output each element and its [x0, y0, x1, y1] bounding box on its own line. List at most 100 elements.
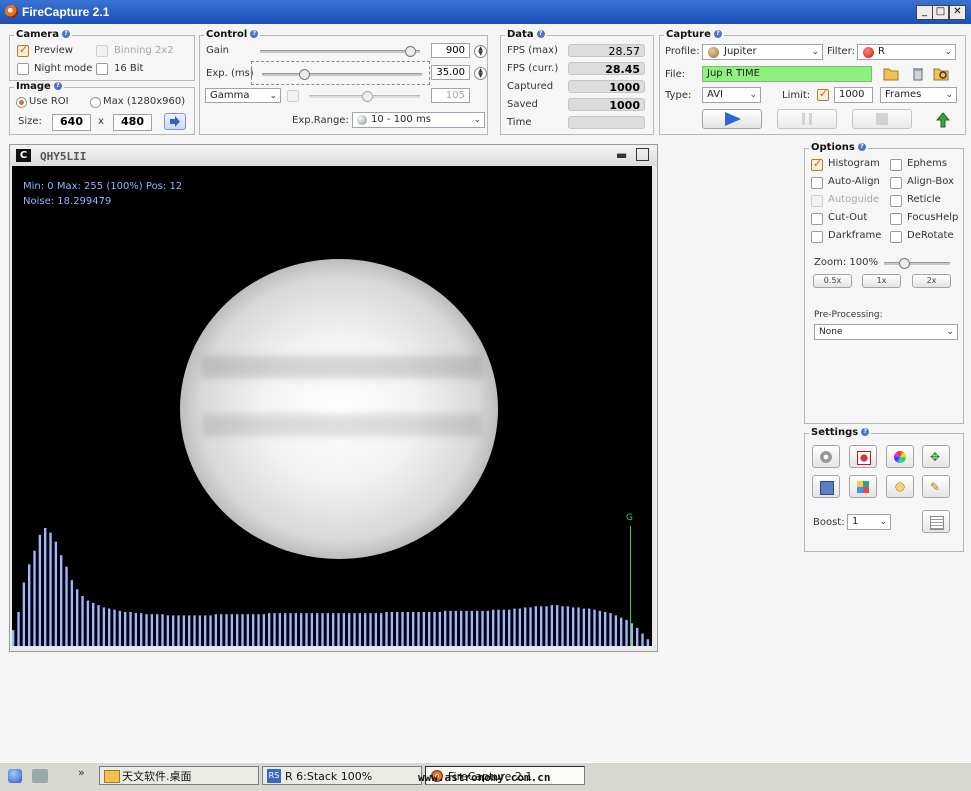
exposure-value-field[interactable]: 35.00 [431, 65, 470, 80]
help-icon[interactable]: ? [53, 82, 62, 90]
zoom-1x-button[interactable]: 1x [862, 274, 901, 288]
live-preview[interactable]: Min: 0 Max: 255 (100%) Pos: 12 Noise: 18… [12, 166, 652, 646]
max-resolution-radio[interactable] [90, 97, 101, 108]
filename-input[interactable]: Jup R TIME [702, 66, 872, 82]
tools-settings-button[interactable]: ✎ [922, 475, 950, 498]
histogram-bar [316, 613, 319, 646]
overflow-chevron-icon[interactable]: » [78, 766, 85, 779]
boost-select[interactable]: 1 ⌄ [847, 514, 891, 530]
limit-checkbox[interactable] [817, 87, 829, 101]
exposure-spinner[interactable]: ▲ ▼ [474, 67, 487, 80]
apply-roi-button[interactable] [164, 113, 186, 130]
size-separator: x [98, 116, 104, 127]
upload-arrow-icon[interactable] [935, 112, 951, 128]
taskbar-item-desktop-folder[interactable]: 天文软件.桌面 [99, 766, 259, 785]
zoom-2x-button[interactable]: 2x [912, 274, 951, 288]
use-roi-radio[interactable] [16, 97, 27, 108]
roi-height-input[interactable]: 480 [113, 114, 152, 131]
help-icon[interactable]: ? [250, 30, 259, 38]
folder-icon[interactable] [883, 66, 899, 81]
histogram-bar [86, 600, 90, 646]
minimize-button[interactable]: _ [916, 5, 933, 20]
help-icon[interactable]: ? [61, 30, 70, 38]
gear-icon [820, 451, 832, 463]
gain-value-field[interactable]: 900 [431, 43, 470, 58]
use-roi-label: Use ROI [29, 96, 69, 107]
log-button[interactable] [922, 510, 950, 533]
color-settings-button[interactable] [886, 445, 914, 468]
gain-slider-track[interactable] [260, 50, 420, 53]
histogram-bar [300, 613, 303, 646]
histogram-bar [220, 614, 223, 646]
gamma-value-field[interactable]: 105 [431, 88, 470, 103]
exposure-slider-track[interactable] [262, 73, 422, 76]
preprocessing-select[interactable]: None ⌄ [814, 324, 958, 340]
histogram-bar [646, 639, 650, 646]
preview-checkbox[interactable] [17, 43, 29, 57]
gamma-select[interactable]: Gamma ⌄ [205, 88, 281, 103]
help-icon[interactable]: ? [857, 143, 866, 151]
night-mode-checkbox[interactable] [17, 63, 29, 75]
darkframe-checkbox[interactable] [811, 231, 823, 243]
histogram-bar [337, 613, 340, 646]
start-capture-button[interactable] [702, 109, 762, 129]
histogram-label: Histogram [828, 158, 880, 169]
focushelp-checkbox[interactable] [890, 213, 902, 225]
reticle-checkbox[interactable] [890, 195, 902, 207]
chevron-down-icon: ⌄ [749, 90, 757, 100]
help-icon[interactable]: ? [861, 428, 870, 436]
auto-align-checkbox[interactable] [811, 177, 823, 189]
printer-icon[interactable] [32, 769, 48, 783]
ephems-checkbox[interactable] [890, 159, 902, 171]
settings-gear-button[interactable] [812, 445, 840, 468]
close-button[interactable]: ✕ [949, 5, 966, 20]
cut-out-checkbox[interactable] [811, 213, 823, 225]
record-settings-button[interactable] [849, 445, 877, 468]
grid-settings-button[interactable] [849, 475, 877, 498]
histogram-bar [348, 613, 351, 646]
gain-spinner[interactable]: ▲ ▼ [474, 45, 487, 58]
pause-icon [802, 113, 812, 125]
play-icon [725, 112, 741, 126]
16bit-checkbox[interactable] [96, 63, 108, 75]
save-settings-button[interactable] [812, 475, 840, 498]
network-icon[interactable] [8, 769, 22, 783]
histogram-bar [422, 611, 426, 646]
histogram-bar [102, 607, 106, 646]
exposure-slider-thumb[interactable] [298, 69, 310, 80]
align-box-checkbox[interactable] [890, 177, 902, 189]
maximize-button[interactable]: □ [932, 5, 949, 20]
taskbar-item-registax[interactable]: RS R 6:Stack 100% [262, 766, 422, 785]
exp-range-select[interactable]: 10 - 100 ms ⌄ [352, 112, 485, 128]
trash-icon[interactable] [910, 66, 926, 81]
roi-width-input[interactable]: 640 [52, 114, 91, 131]
preview-minimize-icon[interactable]: ▬ [616, 148, 627, 162]
limit-unit-select[interactable]: Frames ⌄ [880, 87, 957, 103]
telescope-settings-button[interactable] [886, 475, 914, 498]
derotate-checkbox[interactable] [890, 231, 902, 243]
browse-folder-icon[interactable] [933, 66, 949, 81]
preview-maximize-icon[interactable] [636, 148, 649, 161]
help-icon[interactable]: ? [713, 30, 722, 38]
boost-label: Boost: [813, 517, 845, 528]
stop-capture-button[interactable] [852, 109, 912, 129]
help-icon[interactable]: ? [536, 30, 545, 38]
limit-value-input[interactable]: 1000 [834, 87, 873, 103]
filter-select[interactable]: R ⌄ [857, 44, 956, 60]
gamma-slider-thumb[interactable] [361, 91, 373, 102]
binning-checkbox[interactable] [96, 45, 108, 57]
move-settings-button[interactable]: ✥ [922, 445, 950, 468]
histogram-bar [193, 615, 196, 646]
histogram-bar [588, 608, 591, 646]
autoguide-checkbox[interactable] [811, 195, 823, 207]
zoom-label: Zoom: 100% [814, 257, 878, 268]
type-select[interactable]: AVI ⌄ [702, 87, 761, 103]
histogram-bar [60, 555, 63, 646]
zoom-slider-thumb[interactable] [898, 258, 910, 269]
zoom-half-button[interactable]: 0.5x [813, 274, 852, 288]
profile-select[interactable]: Jupiter ⌄ [702, 44, 823, 60]
zoom-slider-track[interactable] [884, 262, 950, 265]
pause-capture-button[interactable] [777, 109, 837, 129]
histogram-checkbox[interactable] [811, 157, 823, 171]
gamma-enable-checkbox[interactable] [287, 90, 299, 102]
